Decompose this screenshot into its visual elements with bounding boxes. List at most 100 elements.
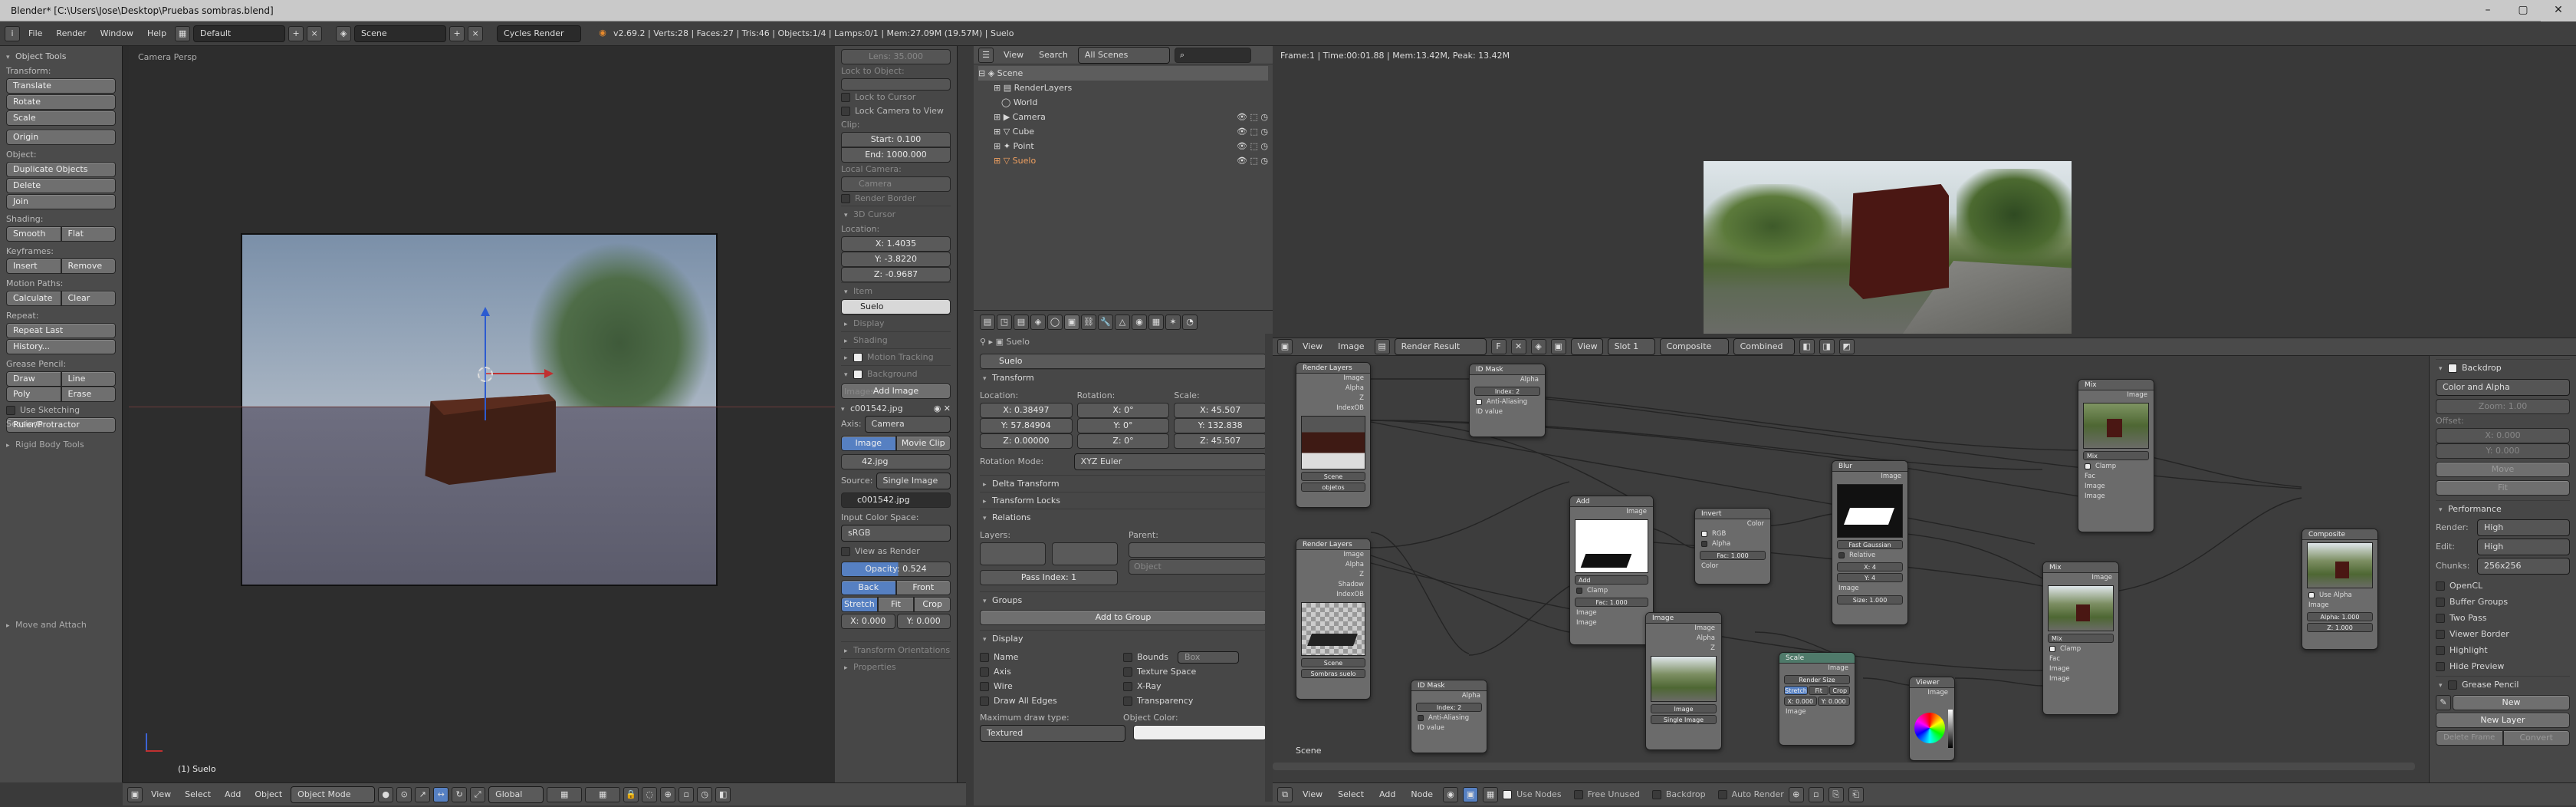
scale-x-field[interactable]: X: 0.000 xyxy=(1784,697,1817,706)
properties-editor-icon[interactable]: ▤ xyxy=(980,315,995,330)
image-mode-icon[interactable]: ▣ xyxy=(1550,339,1566,354)
image-tab[interactable]: Image xyxy=(841,436,896,451)
info-editor-icon[interactable]: i xyxy=(5,25,20,41)
menu-file[interactable]: File xyxy=(23,21,48,46)
render-border-checkbox[interactable]: Render Border xyxy=(841,192,951,206)
viewport-shading-icon[interactable]: ● xyxy=(378,786,394,802)
join-button[interactable]: Join xyxy=(6,194,116,209)
view-as-render-checkbox[interactable]: View as Render xyxy=(841,545,951,558)
id-mask-index-field-2[interactable]: Index: 2 xyxy=(1416,703,1482,712)
perf-render-dropdown[interactable]: High xyxy=(2477,519,2570,536)
menu-help[interactable]: Help xyxy=(142,21,172,46)
add-mode-dropdown[interactable]: Add xyxy=(1575,575,1648,585)
node-layer-field-2[interactable]: Sombras suelo xyxy=(1301,669,1365,678)
add-fac-field[interactable]: Fac: 1.000 xyxy=(1575,598,1648,607)
blur-filter-dropdown[interactable]: Fast Gaussian xyxy=(1837,540,1903,549)
node-render-layers-2[interactable]: Render Layers Image Alpha Z Shadow IndexOB S… xyxy=(1296,539,1371,700)
perf-edit-dropdown[interactable]: High xyxy=(2477,539,2570,555)
tab-modifiers-icon[interactable]: 🔧 xyxy=(1098,315,1113,330)
node-render-layers-1[interactable]: Render Layers Image Alpha Z IndexOB Scene o… xyxy=(1296,362,1371,508)
tab-physics-icon[interactable]: ◔ xyxy=(1182,315,1198,330)
id-mask-anti-aliasing-1[interactable]: Anti-Aliasing xyxy=(1470,397,1545,407)
blur-y-field[interactable]: Y: 4 xyxy=(1837,573,1903,582)
copy-nodes-icon[interactable]: ⎘ xyxy=(1828,786,1844,802)
scale-x-field[interactable]: X: 45.507 xyxy=(1174,403,1267,418)
color-space-dropdown[interactable]: sRGB xyxy=(841,525,951,542)
display-alpha-icon[interactable]: ◨ xyxy=(1819,339,1835,354)
crop-button[interactable]: Crop xyxy=(914,597,951,612)
properties-header[interactable]: ▸ Properties xyxy=(841,658,951,675)
invert-alpha-checkbox[interactable]: Alpha xyxy=(1695,539,1770,549)
mix-2-mode-dropdown[interactable]: Mix xyxy=(2048,634,2114,643)
outliner-item-cube[interactable]: ⊞ ▽ Cube 👁 ⬚ ◷ xyxy=(978,124,1268,139)
offset-y-field[interactable]: Y: 0.000 xyxy=(896,614,951,629)
scale-crop-button[interactable]: Crop xyxy=(1829,686,1851,695)
proportional-edit-icon[interactable]: ◌ xyxy=(642,786,658,802)
parent-field[interactable] xyxy=(1129,542,1267,558)
scale-button[interactable]: Scale xyxy=(6,110,116,126)
scale-y-field[interactable]: Y: 132.838 xyxy=(1174,418,1267,433)
outliner-search-input[interactable]: ⌕ xyxy=(1174,47,1251,63)
compositing-nodes-icon[interactable]: ▣ xyxy=(1463,786,1479,802)
viewer-border-checkbox[interactable]: Viewer Border xyxy=(2436,626,2570,642)
scale-space-dropdown[interactable]: Render Size xyxy=(1784,675,1850,684)
opengl-render-icon[interactable]: ◧ xyxy=(715,786,731,802)
clip-end-field[interactable]: End: 1000.000 xyxy=(841,147,951,163)
shader-nodes-icon[interactable]: ◉ xyxy=(1443,786,1459,802)
transform-orientations-header[interactable]: ▸ Transform Orientations xyxy=(841,641,951,658)
menu-render[interactable]: Render xyxy=(51,21,91,46)
transform-locks-header[interactable]: ▸ Transform Locks xyxy=(980,492,1267,509)
pivot-point-icon[interactable]: ⊙ xyxy=(396,786,412,802)
scale-stretch-button[interactable]: Stretch xyxy=(1784,686,1808,695)
display-channels-icon[interactable]: ◧ xyxy=(1799,339,1815,354)
node-composite[interactable]: Composite Use Alpha Image Alpha: 1.000 Z… xyxy=(2302,529,2378,650)
groups-header[interactable]: ▾ Groups xyxy=(980,591,1267,608)
source-dropdown[interactable]: Single Image xyxy=(876,473,951,489)
screen-layout-dropdown[interactable]: Default xyxy=(193,25,286,42)
backdrop-header[interactable]: ▾ Backdrop xyxy=(2436,359,2570,376)
outliner-menu-view[interactable]: View xyxy=(998,46,1029,64)
remove-scene-icon[interactable]: × xyxy=(468,25,484,41)
gp-pencil-icon[interactable]: ✎ xyxy=(2436,695,2451,710)
two-pass-checkbox[interactable]: Two Pass xyxy=(2436,610,2570,626)
snap-node-element-icon[interactable]: ▫ xyxy=(1808,786,1824,802)
relations-header[interactable]: ▾ Relations xyxy=(980,509,1267,525)
node-scale[interactable]: Scale Image Render Size Stretch Fit Crop X… xyxy=(1779,652,1855,746)
paste-nodes-icon[interactable]: ⎗ xyxy=(1848,786,1864,802)
gizmo-x-axis[interactable] xyxy=(486,373,546,374)
auto-render-checkbox[interactable]: Auto Render xyxy=(1717,788,1784,802)
translate-button[interactable]: Translate xyxy=(6,78,116,94)
outliner-item-point[interactable]: ⊞ ✦ Point 👁 ⬚ ◷ xyxy=(978,139,1268,153)
texture-nodes-icon[interactable]: ▦ xyxy=(1483,786,1499,802)
editor-type-icon[interactable]: ▣ xyxy=(127,786,143,802)
node-scene-field-2[interactable]: Scene xyxy=(1301,658,1365,667)
composite-z-field[interactable]: Z: 1.000 xyxy=(2307,623,2373,632)
draw-all-edges-checkbox[interactable]: Draw All Edges xyxy=(980,693,1123,708)
node-mix-2[interactable]: Mix Image Mix Clamp Fac Image Image xyxy=(2042,562,2119,715)
tool-shelf-divider[interactable] xyxy=(123,46,129,782)
add-layout-icon[interactable]: + xyxy=(288,25,304,41)
display-wire-checkbox[interactable]: Wire xyxy=(980,679,1123,693)
scale-y-field[interactable]: Y: 0.000 xyxy=(1817,697,1850,706)
opencl-checkbox[interactable]: OpenCL xyxy=(2436,578,2570,594)
loc-x-field[interactable]: X: 0.38497 xyxy=(980,403,1073,418)
display-axis-checkbox[interactable]: Axis xyxy=(980,664,1123,679)
node-id-mask-2[interactable]: ID Mask Alpha Index: 2 Anti-Aliasing ID … xyxy=(1411,680,1487,753)
move-attach-header[interactable]: ▸ Move and Attach xyxy=(6,618,87,633)
image-pin-icon[interactable]: ◈ xyxy=(1530,339,1546,354)
fit-button[interactable]: Fit xyxy=(877,597,915,612)
add-clamp-checkbox[interactable]: Clamp xyxy=(1570,586,1653,596)
view-mode-dropdown[interactable]: View xyxy=(1570,338,1603,355)
slot-dropdown[interactable]: Slot 1 xyxy=(1607,338,1655,355)
outliner-item-world[interactable]: ◯ World xyxy=(978,95,1268,110)
translate-manipulator-icon[interactable]: ↔ xyxy=(433,786,449,802)
node-menu-select[interactable]: Select xyxy=(1332,782,1369,807)
3d-cursor-icon[interactable] xyxy=(478,367,493,382)
display-header[interactable]: ▸ Display xyxy=(841,315,951,331)
display-bounds-checkbox[interactable]: Bounds Box xyxy=(1123,650,1267,664)
node-viewer[interactable]: Viewer Image xyxy=(1909,677,1955,761)
perf-chunks-dropdown[interactable]: 256x256 xyxy=(2477,558,2570,575)
viewport-menu-add[interactable]: Add xyxy=(219,782,246,807)
backdrop-offset-y[interactable]: Y: 0.000 xyxy=(2436,443,2570,459)
object-name-field[interactable]: Suelo xyxy=(980,354,1267,369)
